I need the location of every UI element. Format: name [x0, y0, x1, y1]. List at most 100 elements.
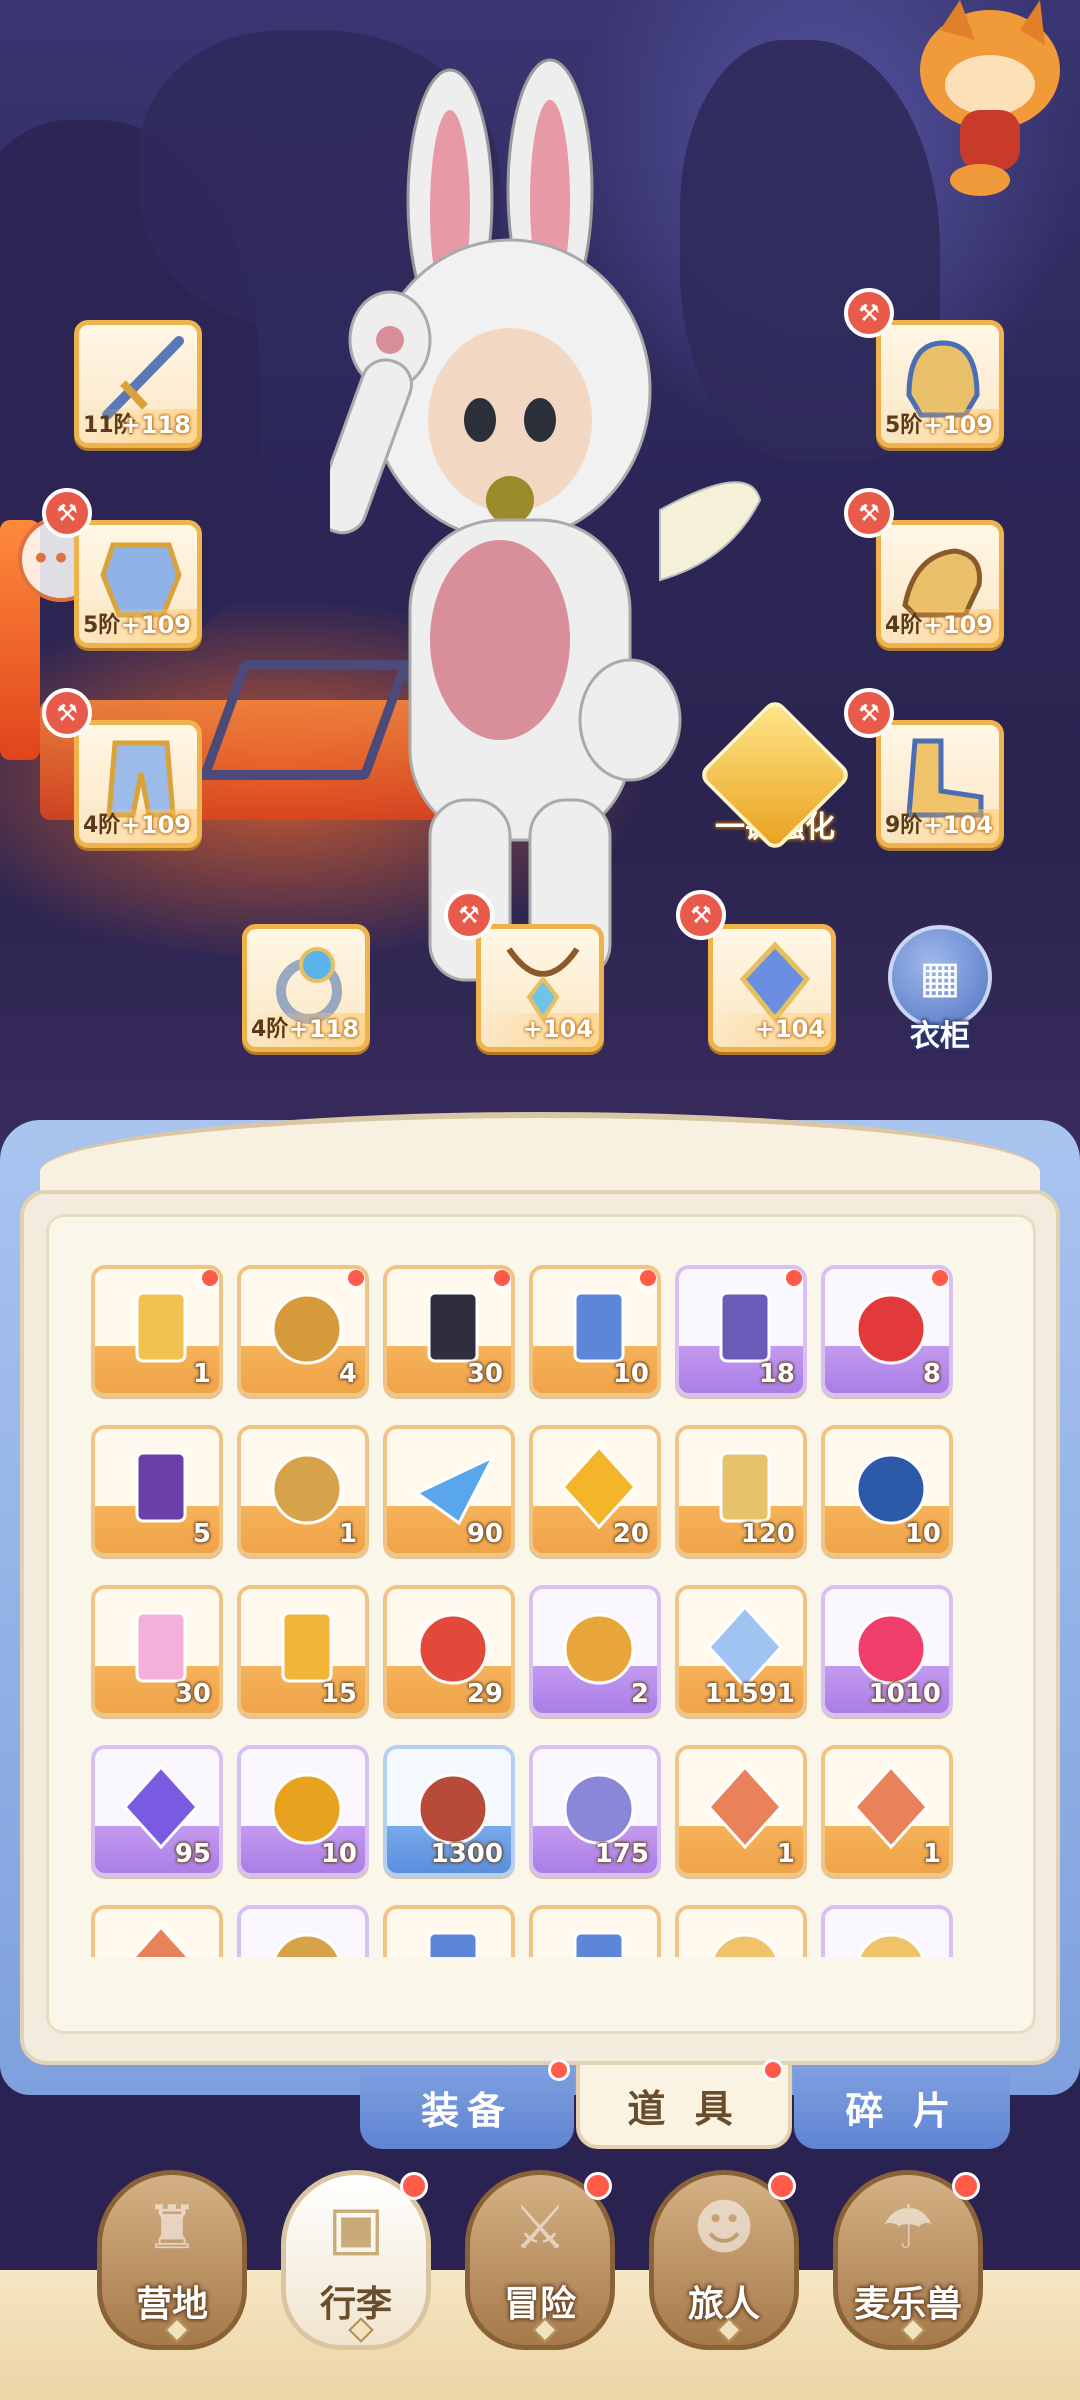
- inventory-item[interactable]: 1: [237, 1425, 369, 1557]
- enhance-hammer-icon[interactable]: ⚒: [844, 288, 894, 338]
- inventory-item[interactable]: 2: [529, 1585, 661, 1717]
- heart-icon: [855, 1613, 927, 1685]
- item-count: 1010: [868, 1679, 941, 1709]
- item-count: 30: [466, 1359, 503, 1389]
- enhance-hammer-icon[interactable]: ⚒: [844, 688, 894, 738]
- inventory-item[interactable]: 29: [383, 1585, 515, 1717]
- enhance-hammer-icon[interactable]: ⚒: [42, 488, 92, 538]
- inventory-item[interactable]: 10: [237, 1745, 369, 1877]
- inventory-item[interactable]: 1300: [383, 1745, 515, 1877]
- item-count: 1300: [430, 1839, 503, 1869]
- inventory-item[interactable]: 90: [383, 1425, 515, 1557]
- notification-dot: [548, 2059, 570, 2081]
- inventory-item[interactable]: 10: [821, 1425, 953, 1557]
- moon-card-icon: [719, 1291, 771, 1363]
- inventory-item[interactable]: 11591: [675, 1585, 807, 1717]
- tab-fragments[interactable]: 碎 片: [794, 2065, 1010, 2149]
- inventory-item[interactable]: 1: [821, 1745, 953, 1877]
- horseshoe-icon: [563, 1613, 635, 1685]
- wardrobe-button[interactable]: ▦ 衣柜: [884, 925, 996, 1055]
- nav-mairebeast[interactable]: ☂ 麦乐兽: [828, 2170, 988, 2370]
- red-bell-icon: [417, 1613, 489, 1685]
- equip-slot-armor[interactable]: 5阶 +109: [74, 520, 202, 648]
- inventory-item[interactable]: 95: [91, 1745, 223, 1877]
- inventory-item[interactable]: 20: [529, 1425, 661, 1557]
- notification-dot: [783, 1269, 803, 1289]
- inventory-item[interactable]: 175: [529, 1745, 661, 1877]
- slot-level: +109: [120, 611, 191, 639]
- wardrobe-label: 衣柜: [910, 1019, 970, 1054]
- tab-equipment[interactable]: 装备: [360, 2059, 574, 2149]
- enhance-hammer-icon[interactable]: ⚒: [676, 890, 726, 940]
- slot-level: +109: [120, 811, 191, 839]
- notification-dot: [345, 1269, 365, 1289]
- golden-card-icon: [135, 1291, 187, 1363]
- inventory-item[interactable]: 1010: [821, 1585, 953, 1717]
- one-click-enhance-button[interactable]: 一键强化: [697, 697, 853, 870]
- inventory-item[interactable]: 120: [675, 1425, 807, 1557]
- notification-dot: [400, 2172, 428, 2200]
- inventory-grid-area[interactable]: 1 4 30 10 18 8 5 1 90 20 120 10 30 15 29 2 11591 1010 95 10…: [46, 1214, 1036, 2034]
- orb-icon: [855, 1453, 927, 1525]
- item-count: 8: [922, 1359, 941, 1389]
- equip-slot-charm[interactable]: +104: [708, 924, 836, 1052]
- inventory-item[interactable]: 1: [675, 1745, 807, 1877]
- key-icon: [273, 1933, 341, 1957]
- paper-plane-icon: [414, 1453, 497, 1526]
- ore-icon: [131, 1924, 191, 1957]
- star-crystal-icon: [706, 1604, 784, 1690]
- enhance-hammer-icon[interactable]: ⚒: [844, 488, 894, 538]
- inventory-item[interactable]: [237, 1905, 369, 1957]
- equip-slot-gloves[interactable]: 4阶 +109: [876, 520, 1004, 648]
- inventory-item[interactable]: 8: [821, 1265, 953, 1397]
- enhance-hammer-icon[interactable]: ⚒: [444, 890, 494, 940]
- nav-camp-label: 营地: [135, 2284, 208, 2325]
- nav-mairebeast-label: 麦乐兽: [853, 2284, 962, 2325]
- card-icon: [573, 1931, 625, 1957]
- inventory-item[interactable]: [529, 1905, 661, 1957]
- inventory-item[interactable]: 30: [91, 1585, 223, 1717]
- inventory-item[interactable]: [383, 1905, 515, 1957]
- nav-adventure[interactable]: ⚔ 冒险: [460, 2170, 620, 2370]
- apple-icon: [855, 1293, 927, 1365]
- equip-slot-weapon[interactable]: 11阶 +118: [74, 320, 202, 448]
- notification-dot: [762, 2059, 784, 2081]
- dark-card-icon: [427, 1291, 479, 1363]
- slot-tier: 4阶: [251, 1017, 289, 1042]
- amber-egg-icon: [271, 1773, 343, 1845]
- tab-items[interactable]: 道 具: [576, 2059, 792, 2149]
- slot-tier: 5阶: [83, 613, 121, 638]
- nav-luggage-label: 行李: [319, 2284, 392, 2325]
- inventory-item[interactable]: 15: [237, 1585, 369, 1717]
- nav-camp[interactable]: ♜ 营地: [92, 2170, 252, 2370]
- inventory-item[interactable]: [675, 1905, 807, 1957]
- inventory-item[interactable]: [91, 1905, 223, 1957]
- slot-level: +109: [922, 411, 993, 439]
- equip-slot-ring[interactable]: 4阶 +118: [242, 924, 370, 1052]
- equip-slot-helmet[interactable]: 5阶 +109: [876, 320, 1004, 448]
- item-count: 5: [192, 1519, 211, 1549]
- inventory-item[interactable]: 30: [383, 1265, 515, 1397]
- inventory-item[interactable]: 10: [529, 1265, 661, 1397]
- equip-slot-necklace[interactable]: +104: [476, 924, 604, 1052]
- inventory-panel: 1 4 30 10 18 8 5 1 90 20 120 10 30 15 29 2 11591 1010 95 10…: [20, 1190, 1060, 2065]
- equip-slot-boots[interactable]: 9阶 +104: [876, 720, 1004, 848]
- item-count: 175: [594, 1839, 649, 1869]
- cat-icon: [711, 1933, 779, 1957]
- paw-stamp-icon: [271, 1453, 343, 1525]
- paint-tube-icon: [135, 1611, 187, 1683]
- inventory-item[interactable]: 18: [675, 1265, 807, 1397]
- item-count: 90: [466, 1519, 503, 1549]
- item-count: 11591: [704, 1679, 795, 1709]
- inventory-item[interactable]: 4: [237, 1265, 369, 1397]
- nav-traveler[interactable]: ☻ 旅人: [644, 2170, 804, 2370]
- nav-luggage[interactable]: ▣ 行李: [276, 2170, 436, 2370]
- fox-mascot[interactable]: [880, 0, 1080, 200]
- inventory-item[interactable]: 1: [91, 1265, 223, 1397]
- tab-fragments-label: 碎 片: [845, 2088, 959, 2133]
- enhance-hammer-icon[interactable]: ⚒: [42, 688, 92, 738]
- inventory-item[interactable]: [821, 1905, 953, 1957]
- equip-slot-pants[interactable]: 4阶 +109: [74, 720, 202, 848]
- inventory-item[interactable]: 5: [91, 1425, 223, 1557]
- slot-level: +118: [120, 411, 191, 439]
